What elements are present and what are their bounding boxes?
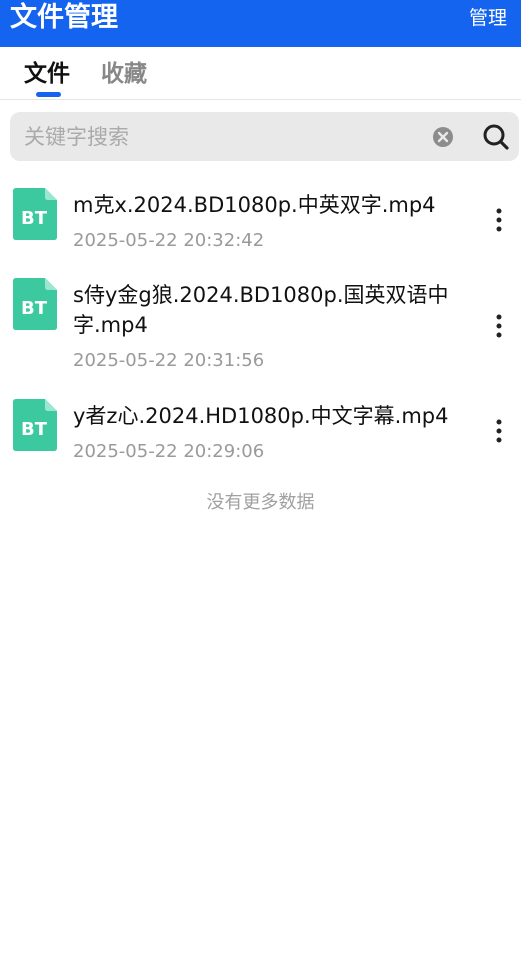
search-bar [10,112,519,161]
file-name: s侍y金g狼.2024.BD1080p.国英双语中字.mp4 [73,283,449,337]
list-end-text: 没有更多数据 [206,492,315,513]
tab-files[interactable]: 文件 [24,59,70,89]
tab-favorites[interactable]: 收藏 [101,59,147,89]
file-list-item[interactable]: BT s侍y金g狼.2024.BD1080p.国英双语中字.mp4 2025-0… [0,270,521,380]
manage-button[interactable]: 管理 [469,6,507,30]
bt-badge: BT [21,208,48,229]
more-options-icon[interactable] [489,207,509,233]
clear-icon[interactable] [432,126,454,148]
file-name: m克x.2024.BD1080p.中英双字.mp4 [73,193,436,217]
search-icon[interactable] [482,123,510,151]
file-list-item[interactable]: BT y者z心.2024.HD1080p.中文字幕.mp4 2025-05-22… [0,390,521,470]
bt-file-icon: BT [13,399,57,451]
file-time: 2025-05-22 20:31:56 [73,350,265,371]
page-title: 文件管理 [10,2,118,33]
file-time: 2025-05-22 20:29:06 [73,441,265,462]
bt-file-icon: BT [13,188,57,240]
bt-badge: BT [21,419,48,440]
active-tab-indicator [36,92,61,97]
file-list-item[interactable]: BT m克x.2024.BD1080p.中英双字.mp4 2025-05-22 … [0,180,521,260]
file-name: y者z心.2024.HD1080p.中文字幕.mp4 [73,404,449,428]
bt-file-icon: BT [13,278,57,330]
bt-badge: BT [21,298,48,319]
app-header: 文件管理 管理 [0,0,521,47]
more-options-icon[interactable] [489,313,509,339]
more-options-icon[interactable] [489,418,509,444]
search-input[interactable] [22,112,422,161]
file-time: 2025-05-22 20:32:42 [73,230,265,251]
tab-bar: 文件 收藏 [0,47,521,100]
